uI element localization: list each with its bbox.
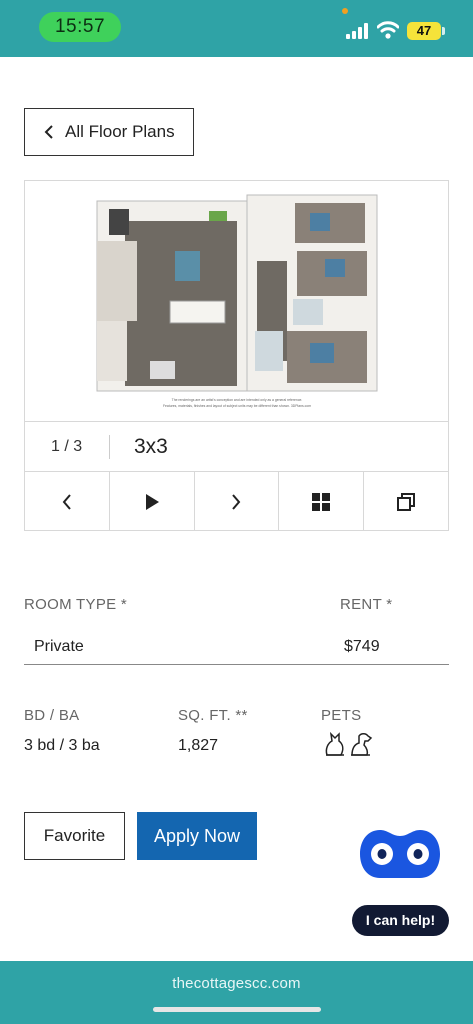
- favorite-button[interactable]: Favorite: [24, 812, 125, 860]
- floor-plan-image[interactable]: The renderings are an artist's conceptio…: [25, 181, 448, 421]
- dog-icon: [351, 733, 373, 756]
- copy-icon: [397, 492, 416, 511]
- privacy-indicator-dot: [342, 8, 348, 14]
- previous-button[interactable]: [25, 472, 110, 531]
- chevron-right-icon: [232, 493, 241, 510]
- play-button[interactable]: [110, 472, 195, 531]
- chat-bot-icon[interactable]: [358, 828, 442, 880]
- rent-value: $749: [344, 638, 380, 655]
- gallery-controls: [25, 471, 448, 531]
- sq-ft-value: 1,827: [178, 737, 219, 754]
- battery-tip: [442, 27, 445, 35]
- site-domain: thecottagescc.com: [172, 975, 301, 992]
- image-counter: 1 / 3: [51, 438, 83, 455]
- caption-divider: [109, 435, 110, 459]
- battery-icon: 47: [407, 22, 441, 40]
- all-floor-plans-button[interactable]: All Floor Plans: [24, 108, 194, 156]
- home-indicator: [153, 1007, 321, 1012]
- fullscreen-button[interactable]: [364, 472, 448, 531]
- floor-plan-gallery: The renderings are an artist's conceptio…: [24, 180, 449, 531]
- sq-ft-label: SQ. FT. **: [178, 707, 248, 724]
- gallery-caption: 1 / 3 3x3: [25, 421, 448, 471]
- cellular-signal-icon: [346, 23, 370, 39]
- browser-address-bar[interactable]: thecottagescc.com: [0, 961, 473, 1024]
- divider: [24, 664, 449, 665]
- room-type-value: Private: [34, 638, 84, 655]
- rent-label: RENT *: [340, 596, 393, 613]
- chevron-left-icon: [44, 125, 53, 139]
- grid-view-button[interactable]: [279, 472, 365, 531]
- disclaimer-line-1: The renderings are an artist's conceptio…: [172, 398, 303, 402]
- chat-help-pill[interactable]: I can help!: [352, 905, 449, 936]
- plan-name: 3x3: [134, 435, 168, 458]
- cat-icon: [325, 731, 344, 756]
- back-button-label: All Floor Plans: [65, 122, 175, 141]
- chevron-left-icon: [62, 493, 71, 510]
- room-type-label: ROOM TYPE *: [24, 596, 128, 613]
- pets-label: PETS: [321, 707, 362, 724]
- play-icon: [145, 493, 159, 510]
- bd-ba-label: BD / BA: [24, 707, 80, 724]
- apply-now-button[interactable]: Apply Now: [137, 812, 257, 860]
- next-button[interactable]: [195, 472, 280, 531]
- bd-ba-value: 3 bd / 3 ba: [24, 737, 100, 754]
- disclaimer-line-2: Features, materials, finishes and layout…: [163, 404, 311, 408]
- status-time: 15:57: [39, 12, 121, 42]
- grid-icon: [312, 492, 331, 511]
- wifi-icon: [377, 21, 399, 39]
- status-bar: 15:57 47: [0, 0, 473, 57]
